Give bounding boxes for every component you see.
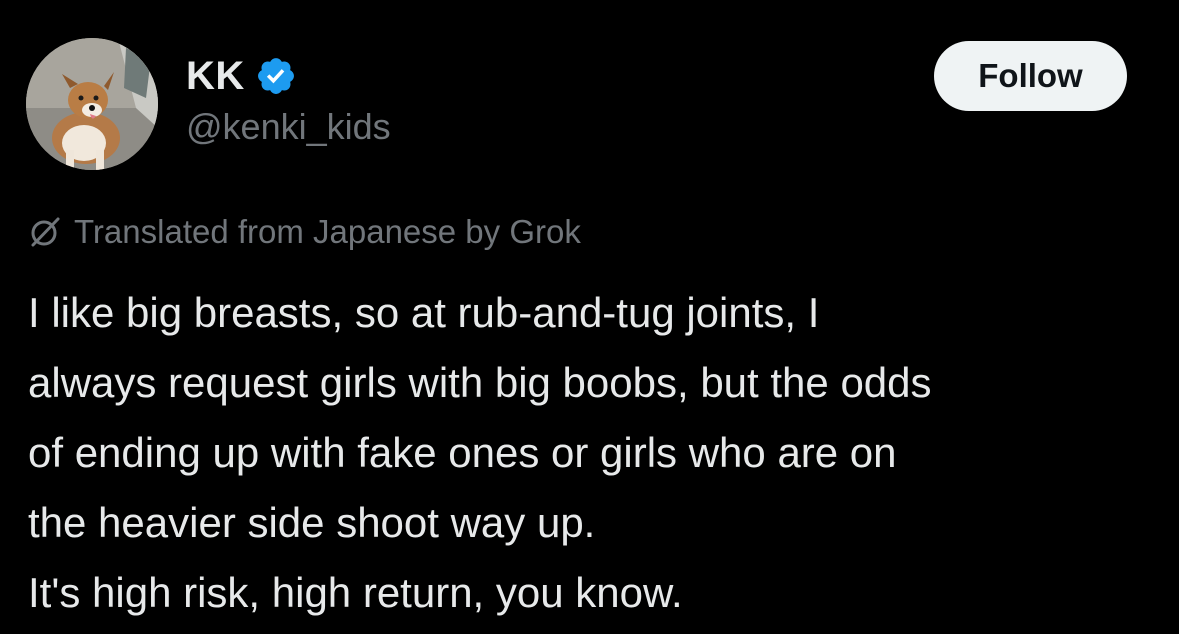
translation-notice[interactable]: Translated from Japanese by Grok bbox=[28, 208, 581, 256]
grok-icon bbox=[28, 215, 62, 249]
post-text: I like big breasts, so at rub-and-tug jo… bbox=[28, 278, 1158, 628]
avatar[interactable] bbox=[26, 38, 158, 170]
post-text-line: I like big breasts, so at rub-and-tug jo… bbox=[28, 289, 820, 336]
post-text-line: the heavier side shoot way up. bbox=[28, 499, 596, 546]
dog-photo-avatar-icon bbox=[26, 38, 158, 170]
author-display-name[interactable]: KK bbox=[186, 54, 245, 99]
verified-badge-icon[interactable] bbox=[255, 55, 297, 97]
author-name-row: KK bbox=[186, 52, 297, 100]
post-text-line: It's high risk, high return, you know. bbox=[28, 569, 683, 616]
author-handle[interactable]: @kenki_kids bbox=[186, 106, 391, 148]
post-text-line: of ending up with fake ones or girls who… bbox=[28, 429, 897, 476]
tweet-card: KK @kenki_kids Follow Translated from Ja… bbox=[0, 0, 1179, 634]
follow-button[interactable]: Follow bbox=[934, 41, 1127, 111]
post-text-line: always request girls with big boobs, but… bbox=[28, 359, 932, 406]
translation-label: Translated from Japanese by Grok bbox=[74, 213, 581, 250]
